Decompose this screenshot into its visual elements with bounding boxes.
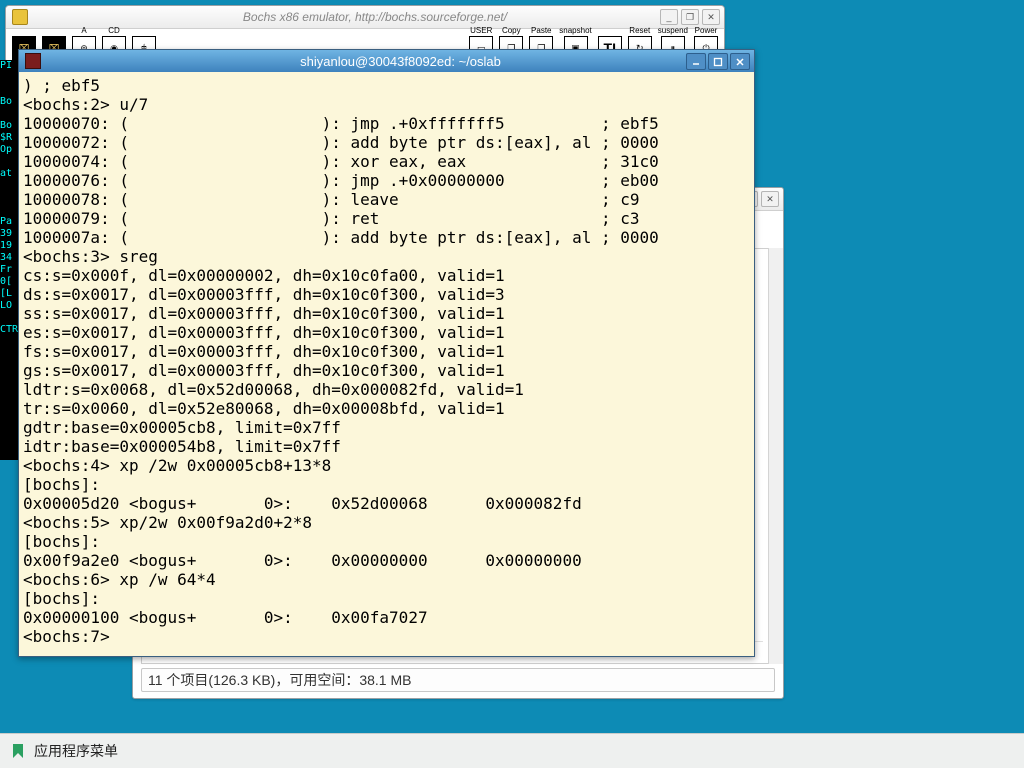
bochs-tb-label: Copy [502, 27, 521, 35]
bochs-tb-label: suspend [658, 27, 688, 35]
bochs-app-icon [12, 9, 28, 25]
background-terminal-fragment: PI Bo Bo $R Op at Pa 39 19 34 Fr 0[ [L L… [0, 60, 18, 460]
bochs-tb-label: snapshot [559, 27, 591, 35]
bochs-minimize-button[interactable]: _ [660, 9, 678, 25]
bochs-tb-label: USER [470, 27, 492, 35]
app-menu-button[interactable]: 应用程序菜单 [0, 734, 132, 768]
bochs-close-button[interactable]: ✕ [702, 9, 720, 25]
app-menu-icon [10, 743, 26, 759]
terminal-close-button[interactable] [730, 53, 750, 70]
terminal-minimize-button[interactable] [686, 53, 706, 70]
terminal-title: shiyanlou@30043f8092ed: ~/oslab [47, 54, 754, 69]
fm-scrollbar[interactable] [768, 248, 783, 664]
terminal-window[interactable]: shiyanlou@30043f8092ed: ~/oslab ) ; ebf5… [18, 49, 755, 657]
bochs-tb-label: Reset [629, 27, 650, 35]
bochs-title: Bochs x86 emulator, http://bochs.sourcef… [32, 10, 718, 24]
taskbar: 应用程序菜单 [0, 733, 1024, 768]
bochs-tb-label: Paste [531, 27, 551, 35]
app-menu-label: 应用程序菜单 [34, 741, 118, 761]
terminal-maximize-button[interactable] [708, 53, 728, 70]
terminal-app-icon [25, 53, 41, 69]
desktop: Bochs x86 emulator, http://bochs.sourcef… [0, 0, 1024, 768]
terminal-titlebar[interactable]: shiyanlou@30043f8092ed: ~/oslab [19, 50, 754, 72]
fm-close-button[interactable]: ✕ [761, 191, 779, 207]
fm-status-text: 11 个项目(126.3 KB)，可用空间：38.1 MB [148, 670, 411, 690]
bochs-tb-label: CD [108, 27, 120, 35]
terminal-body[interactable]: ) ; ebf5 <bochs:2> u/7 10000070: ( ): jm… [19, 72, 754, 656]
bochs-tb-label: A [81, 27, 86, 35]
bochs-tb-label: Power [695, 27, 718, 35]
fm-status-bar: 11 个项目(126.3 KB)，可用空间：38.1 MB [141, 668, 775, 692]
bochs-maximize-button[interactable]: ❐ [681, 9, 699, 25]
